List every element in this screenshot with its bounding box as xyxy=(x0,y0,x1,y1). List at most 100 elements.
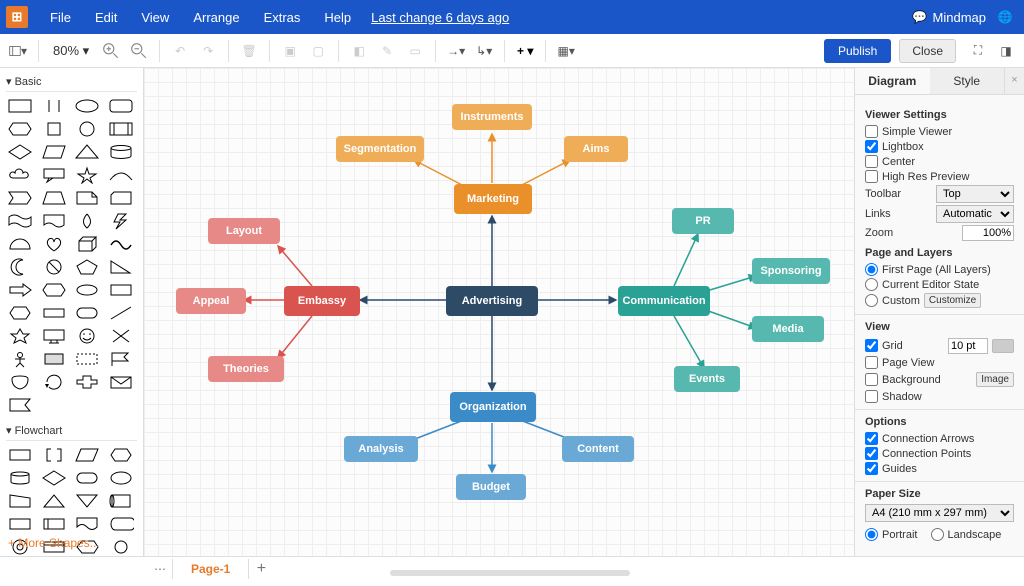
grid-checkbox[interactable]: Grid xyxy=(865,339,944,352)
simple-viewer-checkbox[interactable]: Simple Viewer xyxy=(865,125,1014,138)
node-communication[interactable]: Communication xyxy=(618,286,710,316)
node-layout[interactable]: Layout xyxy=(208,218,280,244)
toolbar-position-select[interactable]: Top xyxy=(936,185,1014,203)
shape-square[interactable] xyxy=(40,119,68,139)
shape-star5[interactable] xyxy=(6,326,34,346)
fill-color-button[interactable]: ◧ xyxy=(347,38,371,64)
shape-halfcircle[interactable] xyxy=(6,234,34,254)
shape-text[interactable] xyxy=(40,96,68,116)
shape-fc-hex[interactable] xyxy=(107,445,135,465)
shape-rect2[interactable] xyxy=(107,280,135,300)
to-back-button[interactable]: ▢ xyxy=(306,38,330,64)
shape-cross[interactable] xyxy=(73,372,101,392)
shape-fc-circle[interactable] xyxy=(107,537,135,556)
shape-diamond[interactable] xyxy=(6,142,34,162)
shape-fc-rect2[interactable] xyxy=(6,514,34,534)
table-button[interactable]: ▦▾ xyxy=(554,38,578,64)
conn-points-checkbox[interactable]: Connection Points xyxy=(865,447,1014,460)
shape-callout[interactable] xyxy=(40,165,68,185)
shape-round2[interactable] xyxy=(73,303,101,323)
shape-fc-tri[interactable] xyxy=(40,491,68,511)
delete-button[interactable]: 🗑 xyxy=(237,38,261,64)
node-theories[interactable]: Theories xyxy=(208,356,284,382)
shape-fc-parallelogram[interactable] xyxy=(73,445,101,465)
shape-monitor[interactable] xyxy=(40,326,68,346)
shape-rect3[interactable] xyxy=(40,303,68,323)
node-segmentation[interactable]: Segmentation xyxy=(336,136,424,162)
shape-fc-invtri[interactable] xyxy=(73,491,101,511)
shape-fc-barrel[interactable] xyxy=(107,491,135,511)
zoom-out-button[interactable] xyxy=(127,38,151,64)
node-embassy[interactable]: Embassy xyxy=(284,286,360,316)
more-shapes-link[interactable]: + More Shapes... xyxy=(8,532,100,554)
shape-mail[interactable] xyxy=(107,372,135,392)
shape-flag[interactable] xyxy=(107,349,135,369)
page-view-checkbox[interactable]: Page View xyxy=(865,356,1014,369)
menu-view[interactable]: View xyxy=(129,10,181,25)
page-menu-button[interactable]: ⋯ xyxy=(148,562,172,576)
publish-button[interactable]: Publish xyxy=(824,39,891,63)
shape-nocircle[interactable] xyxy=(40,257,68,277)
add-page-button[interactable]: + xyxy=(249,560,273,578)
shape-arrowr[interactable] xyxy=(6,280,34,300)
shape-triangle[interactable] xyxy=(73,142,101,162)
shape-fc-terminator[interactable] xyxy=(73,468,101,488)
document-title[interactable]: Mindmap xyxy=(933,10,986,25)
node-organization[interactable]: Organization xyxy=(450,392,536,422)
shape-reload[interactable] xyxy=(40,372,68,392)
shape-rounded[interactable] xyxy=(107,96,135,116)
shape-curve[interactable] xyxy=(107,165,135,185)
globe-icon[interactable]: 🌐 xyxy=(996,8,1014,26)
center-checkbox[interactable]: Center xyxy=(865,155,1014,168)
canvas[interactable]: Advertising Marketing Segmentation Instr… xyxy=(144,68,854,556)
connection-button[interactable]: →▾ xyxy=(444,38,468,64)
shape-ellipse2[interactable] xyxy=(73,280,101,300)
shape-drop[interactable] xyxy=(73,211,101,231)
node-analysis[interactable]: Analysis xyxy=(344,436,418,462)
shape-circle[interactable] xyxy=(73,119,101,139)
undo-button[interactable]: ↶ xyxy=(168,38,192,64)
first-page-radio[interactable]: First Page (All Layers) xyxy=(865,263,1014,276)
node-pr[interactable]: PR xyxy=(672,208,734,234)
shape-hex2[interactable] xyxy=(6,303,34,323)
shape-card[interactable] xyxy=(107,188,135,208)
page-tab-1[interactable]: Page-1 xyxy=(172,559,249,579)
paper-size-select[interactable]: A4 (210 mm x 297 mm) xyxy=(865,504,1014,522)
shape-fc-doc[interactable] xyxy=(73,514,101,534)
shape-hexagon[interactable] xyxy=(6,119,34,139)
panel-close-icon[interactable]: × xyxy=(1004,68,1024,94)
menu-extras[interactable]: Extras xyxy=(252,10,313,25)
shape-shield[interactable] xyxy=(6,372,34,392)
shape-slash[interactable] xyxy=(107,303,135,323)
shape-cloud[interactable] xyxy=(6,165,34,185)
close-button[interactable]: Close xyxy=(899,39,956,63)
landscape-radio[interactable]: Landscape xyxy=(931,528,1002,541)
shapes-section-basic[interactable]: ▾ Basic xyxy=(6,72,137,92)
conn-arrows-checkbox[interactable]: Connection Arrows xyxy=(865,432,1014,445)
shape-fc-ellipse[interactable] xyxy=(107,468,135,488)
shape-fc-cyl[interactable] xyxy=(6,468,34,488)
shape-heart[interactable] xyxy=(40,234,68,254)
shape-cube[interactable] xyxy=(73,234,101,254)
comment-icon[interactable]: 💬 xyxy=(911,8,929,26)
waypoints-button[interactable]: ↳▾ xyxy=(472,38,496,64)
horizontal-scrollbar[interactable] xyxy=(390,570,630,576)
tab-diagram[interactable]: Diagram xyxy=(855,68,930,94)
highres-checkbox[interactable]: High Res Preview xyxy=(865,170,1014,183)
shape-fc-bracket[interactable] xyxy=(40,445,68,465)
customize-button[interactable]: Customize xyxy=(924,293,981,308)
node-aims[interactable]: Aims xyxy=(564,136,628,162)
grid-color-swatch[interactable] xyxy=(992,339,1014,353)
shape-ellipse[interactable] xyxy=(73,96,101,116)
shape-star[interactable] xyxy=(73,165,101,185)
line-color-button[interactable]: ✎ xyxy=(375,38,399,64)
shape-cylinder[interactable] xyxy=(107,142,135,162)
format-panel-toggle[interactable]: ◨ xyxy=(994,38,1018,64)
shape-process[interactable] xyxy=(107,119,135,139)
menu-file[interactable]: File xyxy=(38,10,83,25)
node-advertising[interactable]: Advertising xyxy=(446,286,538,316)
zoom-in-button[interactable] xyxy=(99,38,123,64)
shape-rtriangle[interactable] xyxy=(107,257,135,277)
shape-parallelogram[interactable] xyxy=(40,142,68,162)
menu-edit[interactable]: Edit xyxy=(83,10,129,25)
